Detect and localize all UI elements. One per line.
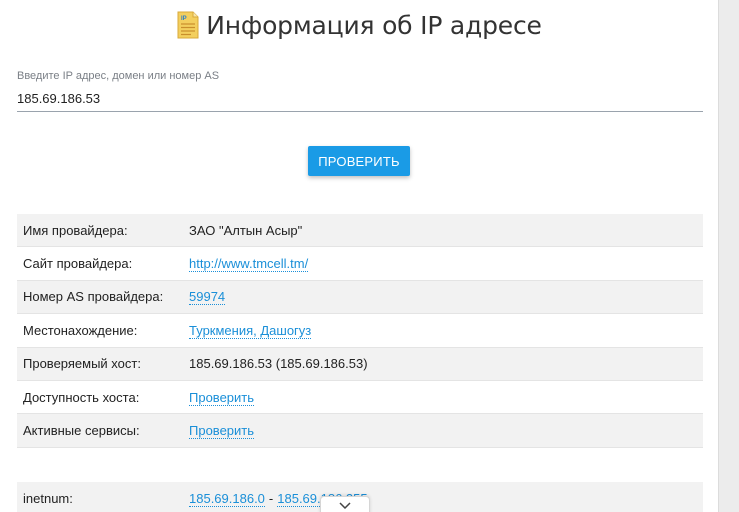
check-services-link[interactable]: Проверить bbox=[189, 423, 255, 440]
row-label: Активные сервисы: bbox=[23, 423, 140, 439]
collapse-tab[interactable] bbox=[320, 496, 370, 512]
check-button[interactable]: ПРОВЕРИТЬ bbox=[308, 146, 410, 176]
svg-text:IP: IP bbox=[181, 16, 187, 22]
chevron-down-icon bbox=[338, 497, 352, 512]
table-row-provider-site: Сайт провайдера: http://www.tmcell.tm/ bbox=[17, 247, 703, 281]
row-label: Доступность хоста: bbox=[23, 389, 140, 405]
table-row-active-services: Активные сервисы: Проверить bbox=[17, 414, 703, 448]
row-label: Проверяемый хост: bbox=[23, 356, 141, 372]
provider-info-table: Имя провайдера: ЗАО "Алтын Асыр" Сайт пр… bbox=[17, 214, 703, 448]
ip-search-field: Введите IP адрес, домен или номер AS bbox=[17, 70, 703, 112]
page-title: Информация об IP адресе bbox=[206, 10, 542, 40]
table-row-location: Местонахождение: Туркмения, Дашогуз bbox=[17, 314, 703, 348]
row-label: Номер AS провайдера: bbox=[23, 289, 164, 305]
ip-search-input[interactable] bbox=[17, 89, 703, 112]
main-card: IP Информация об IP адресе Введите IP ад… bbox=[0, 0, 718, 512]
location-link[interactable]: Туркмения, Дашогуз bbox=[189, 322, 312, 339]
table-row-as-number: Номер AS провайдера: 59974 bbox=[17, 280, 703, 315]
provider-name-value: ЗАО "Алтын Асыр" bbox=[189, 222, 303, 238]
as-number-link[interactable]: 59974 bbox=[189, 289, 226, 306]
inetnum-start-link[interactable]: 185.69.186.0 bbox=[189, 491, 265, 507]
checked-host-value: 185.69.186.53 (185.69.186.53) bbox=[189, 356, 368, 372]
check-availability-link[interactable]: Проверить bbox=[189, 389, 255, 406]
document-ip-icon: IP bbox=[176, 11, 200, 39]
page-header: IP Информация об IP адресе bbox=[0, 8, 718, 42]
page-background-edge bbox=[718, 0, 739, 512]
ip-search-label: Введите IP адрес, домен или номер AS bbox=[17, 70, 220, 82]
row-label: inetnum: bbox=[23, 491, 73, 506]
row-label: Сайт провайдера: bbox=[23, 256, 133, 272]
row-label: Имя провайдера: bbox=[23, 222, 128, 238]
table-row-checked-host: Проверяемый хост: 185.69.186.53 (185.69.… bbox=[17, 347, 703, 381]
range-separator: - bbox=[268, 491, 274, 506]
provider-site-link[interactable]: http://www.tmcell.tm/ bbox=[189, 256, 309, 273]
row-label: Местонахождение: bbox=[23, 322, 138, 338]
table-row-host-availability: Доступность хоста: Проверить bbox=[17, 380, 703, 415]
table-row-provider-name: Имя провайдера: ЗАО "Алтын Асыр" bbox=[17, 214, 703, 248]
